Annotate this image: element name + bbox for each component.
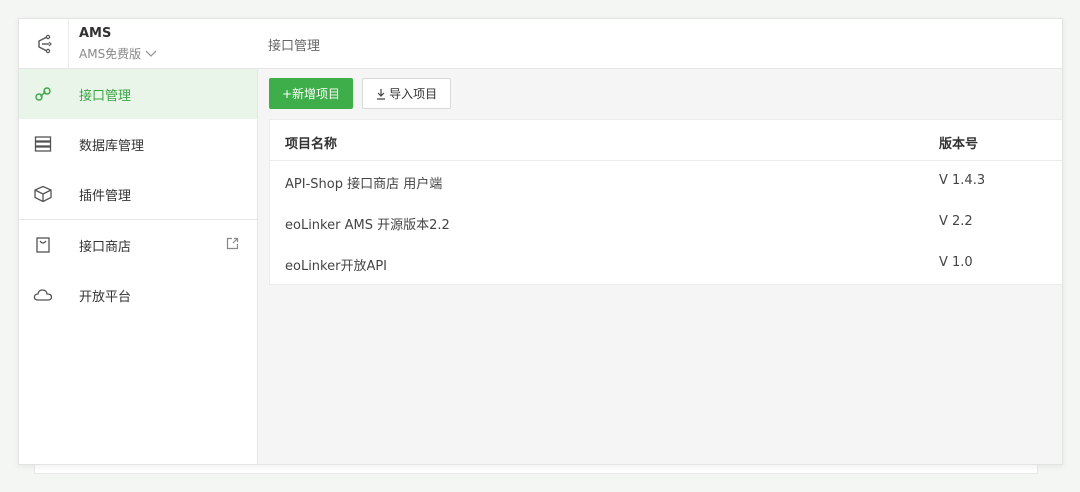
top-header: AMS AMS免费版 接口管理 — [19, 19, 1062, 69]
project-name[interactable]: API-Shop 接口商店 用户端 — [285, 173, 442, 192]
project-name[interactable]: eoLinker AMS 开源版本2.2 — [285, 214, 450, 233]
sidebar-item-label: 数据库管理 — [79, 139, 145, 154]
page-title: 接口管理 — [268, 39, 321, 54]
project-version: V 1.0 — [939, 255, 973, 270]
database-icon — [33, 134, 53, 154]
logo[interactable] — [19, 19, 69, 68]
import-project-label: 导入项目 — [389, 87, 438, 101]
edition-label: AMS免费版 — [79, 47, 142, 61]
brand-name: AMS — [79, 26, 112, 41]
import-project-button[interactable]: 导入项目 — [362, 78, 452, 109]
main-content: +新增项目 导入项目 项目名称 版本号 API-Shop 接口商店 用户端 V … — [258, 69, 1062, 464]
project-table: 项目名称 版本号 API-Shop 接口商店 用户端 V 1.4.3 eoLin… — [269, 119, 1062, 285]
link-icon — [33, 84, 53, 104]
sidebar-item-label: 接口管理 — [79, 89, 132, 104]
project-version: V 2.2 — [939, 214, 973, 229]
table-row[interactable]: eoLinker AMS 开源版本2.2 V 2.2 — [270, 202, 1062, 243]
sidebar-item-api-management[interactable]: 接口管理 — [19, 69, 257, 119]
sidebar-item-database-management[interactable]: 数据库管理 — [19, 119, 257, 169]
sidebar-item-label: 开放平台 — [79, 290, 132, 305]
table-header: 项目名称 版本号 — [270, 120, 1062, 161]
app-window: AMS AMS免费版 接口管理 接口管理 数据库管理 插件管理 接口商店 开放平… — [18, 18, 1063, 465]
external-link-icon — [226, 237, 239, 250]
column-header-name[interactable]: 项目名称 — [285, 133, 337, 152]
edition-dropdown[interactable]: AMS免费版 — [79, 45, 157, 62]
table-row[interactable]: eoLinker开放API V 1.0 — [270, 243, 1062, 284]
sidebar-item-open-platform[interactable]: 开放平台 — [19, 270, 257, 320]
sidebar: 接口管理 数据库管理 插件管理 接口商店 开放平台 — [19, 69, 258, 464]
column-header-version[interactable]: 版本号 — [939, 133, 978, 152]
cube-icon — [33, 184, 53, 204]
import-icon — [377, 88, 386, 100]
sidebar-item-plugin-management[interactable]: 插件管理 — [19, 169, 257, 219]
table-row[interactable]: API-Shop 接口商店 用户端 V 1.4.3 — [270, 161, 1062, 202]
eolinker-logo-icon — [37, 34, 52, 53]
project-version: V 1.4.3 — [939, 173, 986, 188]
sidebar-item-label: 插件管理 — [79, 189, 132, 204]
toolbar: +新增项目 导入项目 — [269, 78, 452, 109]
add-project-button[interactable]: +新增项目 — [269, 78, 354, 109]
sidebar-item-api-store[interactable]: 接口商店 — [19, 220, 257, 270]
shopping-bag-icon — [33, 235, 53, 255]
chevron-down-icon — [145, 50, 157, 57]
project-name[interactable]: eoLinker开放API — [285, 255, 387, 274]
cloud-icon — [33, 285, 53, 305]
sidebar-item-label: 接口商店 — [79, 240, 132, 255]
